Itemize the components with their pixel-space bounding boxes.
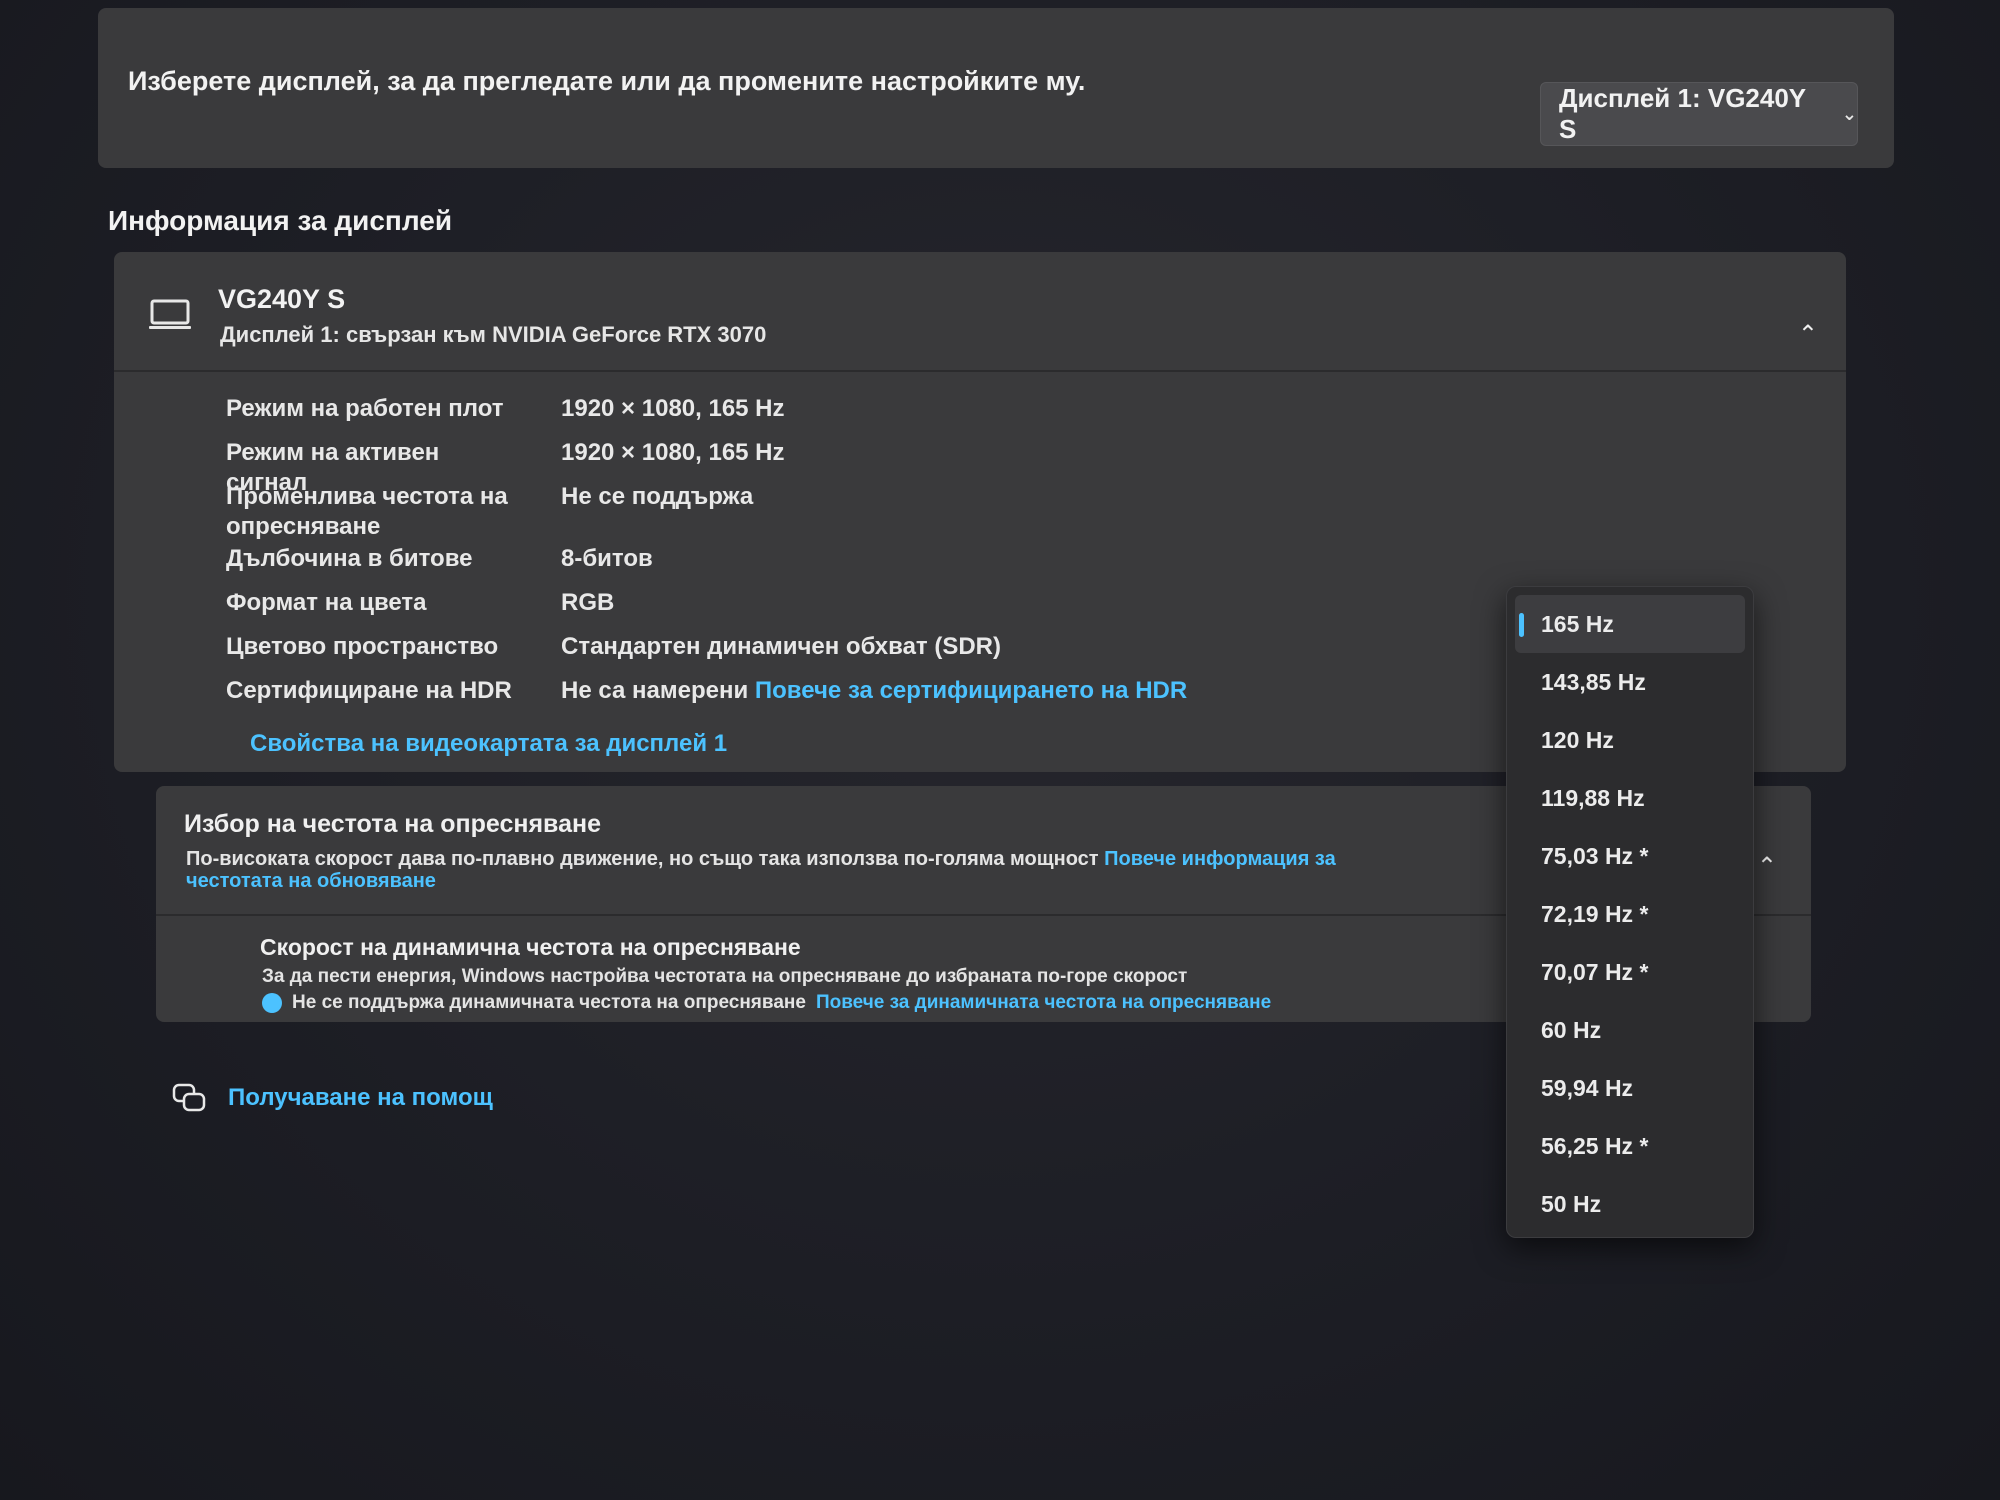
get-help-label: Получаване на помощ — [228, 1084, 493, 1111]
display-info-header[interactable]: VG240Y S Дисплей 1: свързан към NVIDIA G… — [114, 252, 1846, 372]
display-dropdown-value: Дисплей 1: VG240Y S — [1559, 83, 1806, 144]
dynamic-refresh-title: Скорост на динамична честота на опресняв… — [260, 934, 801, 960]
display-select-prompt: Изберете дисплей, за да прегледате или д… — [128, 66, 1086, 96]
refresh-rate-option[interactable]: 119,88 Hz — [1515, 769, 1745, 827]
refresh-rate-option[interactable]: 72,19 Hz * — [1515, 885, 1745, 943]
property-label: Формат на цвета — [226, 589, 427, 616]
refresh-rate-title: Избор на честота на опресняване — [184, 810, 602, 838]
chevron-up-icon[interactable]: ⌃ — [1798, 320, 1818, 349]
property-value: 8-битов — [561, 545, 653, 572]
refresh-rate-option[interactable]: 120 Hz — [1515, 711, 1745, 769]
monitor-subtitle: Дисплей 1: свързан към NVIDIA GeForce RT… — [220, 322, 767, 347]
display-select-card: Изберете дисплей, за да прегледате или д… — [98, 8, 1894, 168]
refresh-rate-option[interactable]: 50 Hz — [1515, 1175, 1745, 1233]
get-help-link[interactable]: Получаване на помощ — [172, 1082, 493, 1114]
hdr-status: Не са намерени — [561, 677, 749, 704]
refresh-rate-desc-text: По-високата скорост дава по-плавно движе… — [186, 848, 1099, 870]
property-label: Цветово пространство — [226, 633, 499, 660]
chevron-down-icon: ⌄ — [1841, 103, 1857, 124]
section-title-display-info: Информация за дисплей — [108, 205, 453, 236]
refresh-rate-option[interactable]: 56,25 Hz * — [1515, 1117, 1745, 1175]
property-value: RGB — [561, 589, 615, 616]
dynamic-refresh-status: Не се поддържа динамичната честота на оп… — [262, 992, 1271, 1014]
refresh-rate-option[interactable]: 75,03 Hz * — [1515, 827, 1745, 885]
chevron-up-icon[interactable]: ⌃ — [1757, 852, 1777, 881]
settings-window: Изберете дисплей, за да прегледате или д… — [0, 0, 2000, 1500]
refresh-rate-option[interactable]: 165 Hz — [1515, 595, 1745, 653]
property-value: Не са намерени Повече за сертифицирането… — [561, 676, 1187, 706]
monitor-icon — [149, 299, 191, 329]
dynamic-refresh-description: За да пести енергия, Windows настройва ч… — [262, 966, 1188, 987]
refresh-rate-option[interactable]: 143,85 Hz — [1515, 653, 1745, 711]
property-value: Стандартен динамичен обхват (SDR) — [561, 633, 1002, 660]
refresh-rate-option[interactable]: 70,07 Hz * — [1515, 943, 1745, 1001]
monitor-name: VG240Y S — [218, 284, 346, 314]
dynamic-refresh-info-link[interactable]: Повече за динамичната честота на опресня… — [816, 992, 1271, 1014]
property-label: Режим на работен плот — [226, 395, 504, 422]
refresh-rate-option[interactable]: 60 Hz — [1515, 1001, 1745, 1059]
refresh-rate-description: По-високата скорост дава по-плавно движе… — [186, 848, 1436, 892]
property-value: Не се поддържа — [561, 483, 754, 510]
property-value: 1920 × 1080, 165 Hz — [561, 439, 785, 466]
hdr-info-link[interactable]: Повече за сертифицирането на HDR — [755, 677, 1187, 704]
help-icon — [172, 1083, 206, 1112]
property-label: Сертифициране на HDR — [226, 677, 512, 704]
property-label: Променлива честота на опресняване — [226, 483, 508, 540]
refresh-rate-option[interactable]: 59,94 Hz — [1515, 1059, 1745, 1117]
refresh-rate-dropdown-menu: 165 Hz 143,85 Hz 120 Hz 119,88 Hz 75,03 … — [1506, 586, 1754, 1238]
display-dropdown[interactable]: Дисплей 1: VG240Y S ⌄ — [1540, 82, 1858, 146]
property-label: Дълбочина в битове — [226, 545, 473, 572]
dynamic-refresh-status-text: Не се поддържа динамичната честота на оп… — [292, 992, 806, 1013]
adapter-properties-link[interactable]: Свойства на видеокартата за дисплей 1 — [250, 730, 727, 758]
property-value: 1920 × 1080, 165 Hz — [561, 395, 785, 422]
info-icon — [262, 993, 282, 1013]
